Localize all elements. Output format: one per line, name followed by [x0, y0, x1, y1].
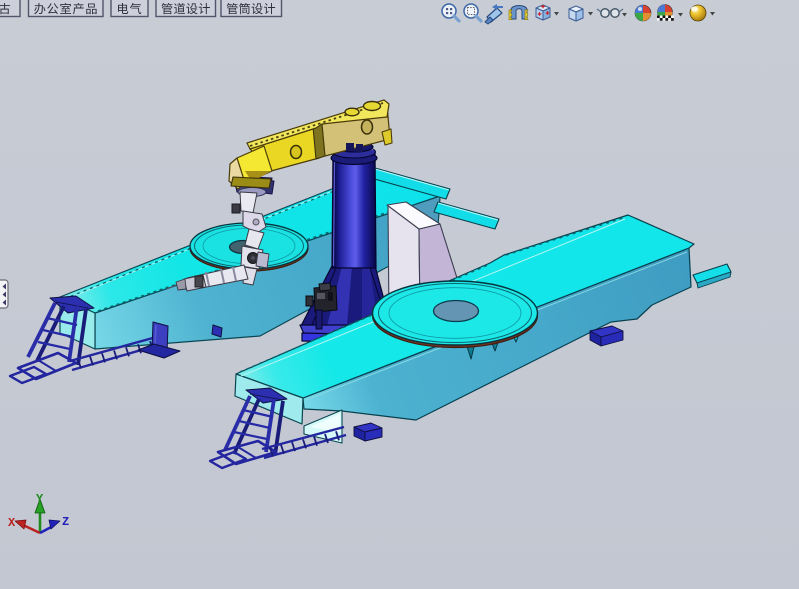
svg-text:Z: Z [62, 515, 69, 529]
svg-text:X: X [8, 516, 16, 530]
svg-text:Y: Y [36, 492, 44, 506]
